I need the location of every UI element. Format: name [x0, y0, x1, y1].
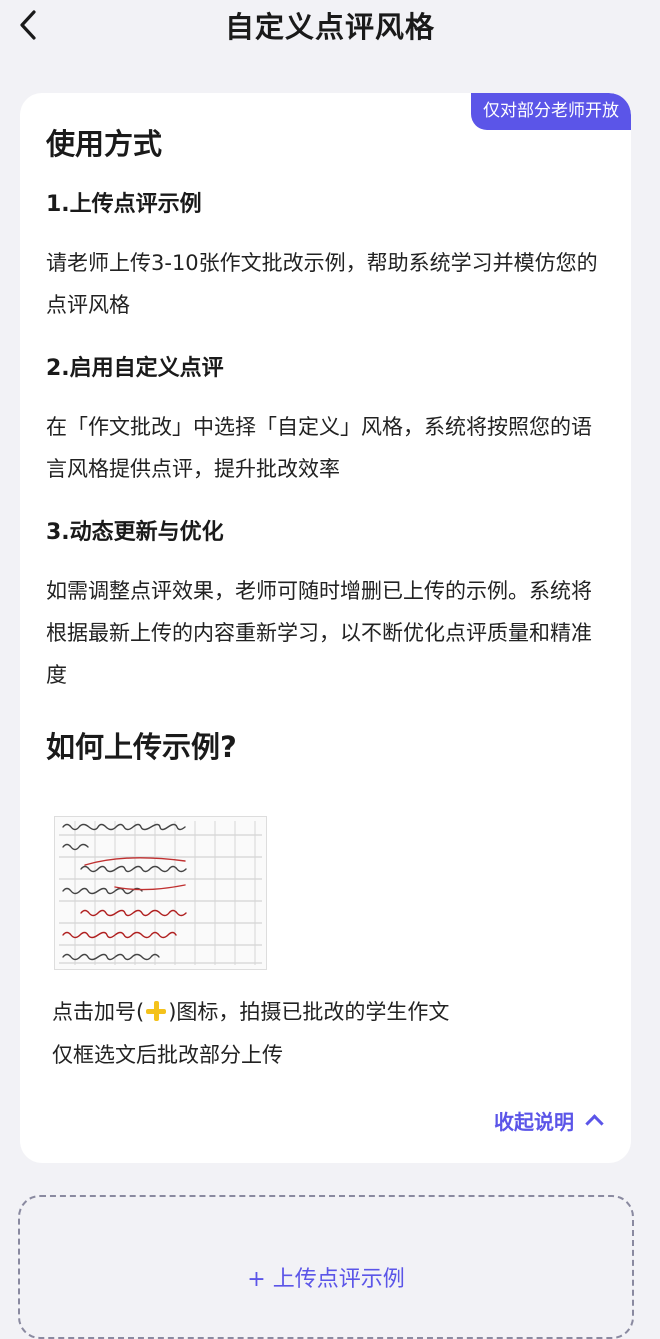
step-1-text: 请老师上传3-10张作文批改示例，帮助系统学习并模仿您的点评风格: [46, 251, 598, 317]
collapse-label: 收起说明: [494, 1110, 574, 1134]
step-2-title: 2.启用自定义点评: [46, 356, 224, 381]
usage-title: 使用方式: [46, 127, 163, 161]
upload-example-label: + 上传点评示例: [247, 1267, 405, 1292]
step-1-title: 1.上传点评示例: [46, 192, 202, 217]
chevron-up-icon: [585, 1114, 604, 1133]
collapse-instructions-button[interactable]: 收起说明: [494, 1106, 604, 1135]
availability-badge: 仅对部分老师开放: [471, 93, 631, 130]
sample-essay-image: [54, 816, 267, 970]
howto-step-1-prefix: 点击加号(: [52, 1000, 145, 1024]
instructions-card: 仅对部分老师开放 使用方式 1.上传点评示例 请老师上传3-10张作文批改示例，…: [20, 93, 631, 1163]
step-3-text: 如需调整点评效果，老师可随时增删已上传的示例。系统将根据最新上传的内容重新学习，…: [46, 579, 592, 687]
howto-title: 如何上传示例?: [46, 730, 237, 764]
plus-icon: [145, 1000, 167, 1022]
upload-example-button[interactable]: + 上传点评示例: [18, 1195, 634, 1339]
page-title: 自定义点评风格: [224, 10, 435, 44]
howto-step-2: 仅框选文后批改部分上传: [52, 1043, 283, 1067]
step-2-text: 在「作文批改」中选择「自定义」风格，系统将按照您的语言风格提供点评，提升批改效率: [46, 415, 592, 481]
howto-step-1: 点击加号( )图标，拍摄已批改的学生作文: [52, 991, 449, 1033]
howto-step-1-suffix: )图标，拍摄已批改的学生作文: [168, 1000, 450, 1024]
top-bar: 自定义点评风格: [0, 0, 660, 52]
step-3-title: 3.动态更新与优化: [46, 520, 224, 545]
